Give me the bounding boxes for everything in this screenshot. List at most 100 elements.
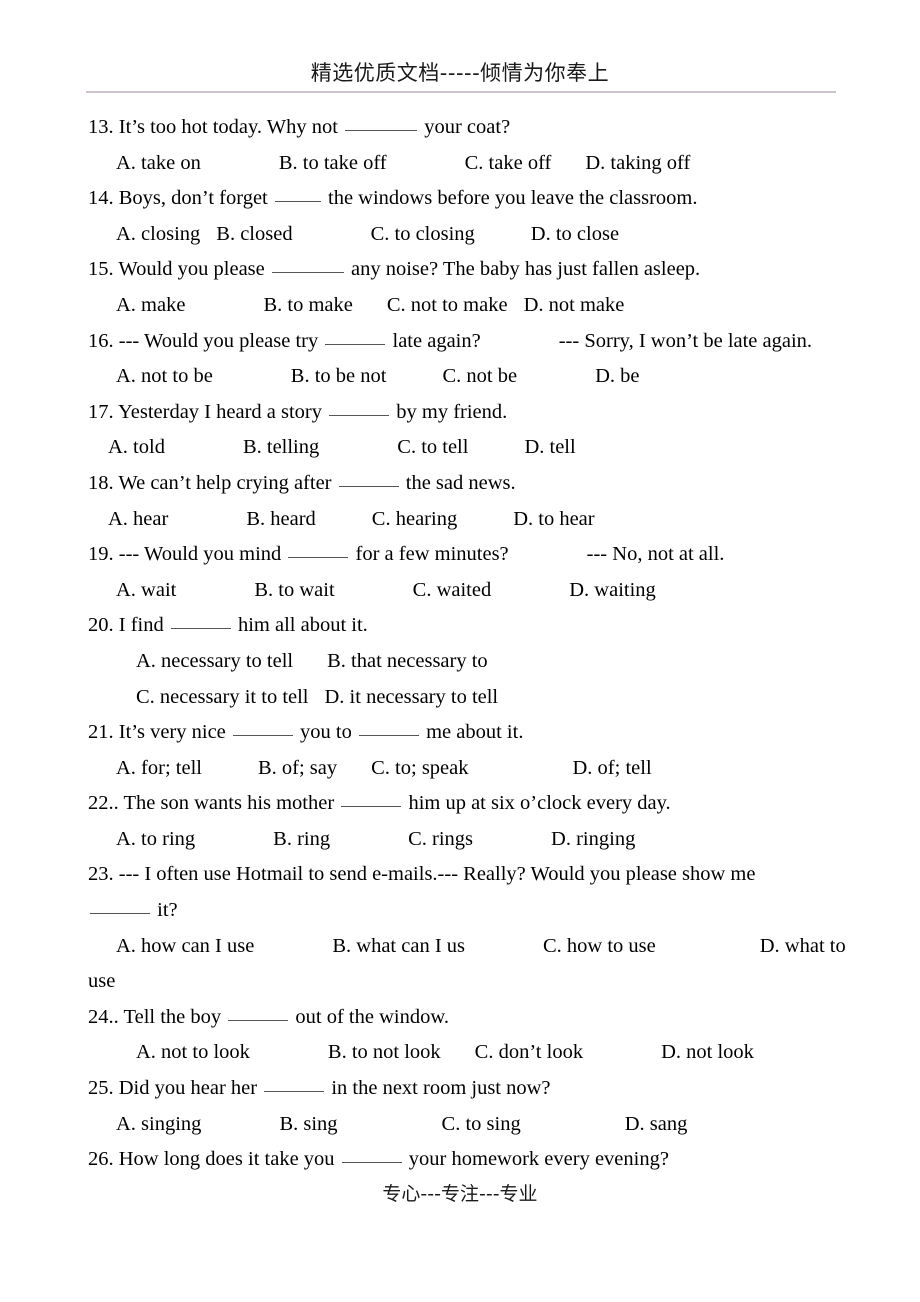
option-row: A. necessary to tell B. that necessary to: [0, 644, 920, 680]
question-number: 24..: [88, 1005, 119, 1028]
question-text-tail: out of the window.: [295, 1005, 449, 1028]
option-b: B. to not look: [327, 1041, 441, 1064]
question-stem: 26. How long does it take you your homew…: [0, 1142, 920, 1178]
option-c: C. to tell: [397, 436, 469, 459]
option-d: D. be: [595, 365, 640, 388]
question-text-tail: for a few minutes?: [355, 543, 509, 566]
option-a: A. for; tell: [116, 756, 202, 779]
question-text: How long does it take you: [118, 1148, 335, 1171]
option-b: B. to wait: [254, 578, 335, 601]
answer-blank: [345, 130, 418, 131]
option-b: B. what can I us: [332, 934, 465, 957]
answer-blank: [325, 343, 386, 345]
question-number: 16.: [88, 329, 114, 352]
option-c: C. waited: [412, 578, 492, 601]
question-text: We can’t help crying after: [118, 471, 332, 494]
answer-blank: [271, 272, 344, 274]
option-row: A. told B. telling C. to tell D. tell: [0, 430, 920, 466]
option-d: D. to close: [530, 222, 620, 245]
option-c: C. take off: [464, 151, 552, 174]
option-a: A. closing: [116, 222, 201, 245]
option-d-partial: D. what to: [759, 934, 846, 957]
option-row: A. not to be B. to be not C. not be D. be: [0, 359, 920, 395]
answer-blank: [228, 1019, 289, 1021]
question-stem: 18. We can’t help crying after the sad n…: [0, 466, 920, 502]
question-stem: 23. --- I often use Hotmail to send e-ma…: [0, 857, 920, 893]
option-c: C. hearing: [371, 507, 458, 530]
option-a: A. how can I use: [116, 934, 255, 957]
option-d: D. not make: [523, 293, 625, 316]
question-text: It’s too hot today. Why not: [118, 116, 338, 138]
question-number: 15.: [88, 258, 114, 281]
option-a: A. necessary to tell: [136, 649, 294, 672]
question-number: 22..: [88, 792, 119, 815]
question-stem: 16. --- Would you please try late again?…: [0, 324, 920, 360]
option-row: A. wait B. to wait C. waited D. waiting: [0, 573, 920, 609]
question-text: I find: [118, 614, 164, 637]
question-number: 13.: [88, 116, 114, 138]
question-text: --- Would you please try: [118, 329, 319, 352]
option-row: A. take on B. to take off C. take off D. ta…: [0, 146, 920, 182]
question-text-tail: your homework every evening?: [408, 1148, 669, 1171]
option-a: A. wait: [116, 578, 177, 601]
question-text: Tell the boy: [123, 1005, 222, 1028]
header-divider: [86, 91, 836, 95]
option-b: B. heard: [246, 507, 316, 530]
option-d: D. of; tell: [572, 756, 652, 779]
option-b: B. sing: [279, 1112, 338, 1135]
question-number: 26.: [88, 1148, 114, 1171]
option-d: D. ringing: [551, 827, 636, 850]
question-number: 20.: [88, 614, 114, 637]
question-text-tail: me about it.: [426, 721, 524, 744]
option-row: A. hear B. heard C. hearing D. to hear: [0, 502, 920, 538]
option-b: B. of; say: [257, 756, 338, 779]
option-b: B. closed: [216, 222, 293, 245]
question-number: 25.: [88, 1077, 114, 1100]
option-d: D. it necessary to tell: [324, 685, 499, 708]
question-text-tail: him all about it.: [237, 614, 368, 637]
question-text-tail: your coat?: [424, 116, 511, 138]
option-d: D. taking off: [585, 151, 691, 174]
answer-blank: [338, 485, 399, 487]
question-number: 23.: [88, 863, 114, 886]
question-reply: --- No, not at all.: [586, 543, 725, 566]
question-text: Boys, don’t forget: [118, 187, 268, 210]
option-row: A. singing B. sing C. to sing D. sang: [0, 1107, 920, 1143]
option-row: A. for; tell B. of; say C. to; speak D. of;…: [0, 751, 920, 787]
option-d: D. waiting: [569, 578, 656, 601]
option-b: B. ring: [273, 827, 331, 850]
option-row: A. not to look B. to not look C. don’t loo…: [0, 1035, 920, 1071]
question-stem: 25. Did you hear her in the next room ju…: [0, 1071, 920, 1107]
question-number: 14.: [88, 187, 114, 210]
answer-blank: [288, 557, 349, 559]
answer-blank: [90, 913, 150, 915]
answer-blank: [329, 414, 390, 416]
answer-blank: [232, 735, 293, 737]
option-c: C. to; speak: [371, 756, 469, 779]
answer-blank: [274, 201, 321, 203]
question-text-tail: it?: [157, 899, 178, 922]
option-c: C. not be: [442, 365, 518, 388]
option-a: A. not to be: [116, 365, 213, 388]
question-text-tail: in the next room just now?: [331, 1077, 551, 1100]
question-text-tail: late again?: [392, 329, 481, 352]
option-a: A. make: [116, 293, 186, 316]
option-row-continuation: use: [88, 970, 116, 993]
question-text-tail: him up at six o’clock every day.: [408, 792, 671, 815]
answer-blank: [170, 628, 231, 630]
option-row: A. to ring B. ring C. rings D. ringing: [0, 822, 920, 858]
option-c: C. don’t look: [474, 1041, 584, 1064]
question-stem: 24.. Tell the boy out of the window.: [0, 1000, 920, 1036]
question-stem: 15. Would you please any noise? The baby…: [0, 252, 920, 288]
question-stem: 17. Yesterday I heard a story by my frie…: [0, 395, 920, 431]
option-d: D. sang: [624, 1112, 688, 1135]
question-number: 21.: [88, 721, 114, 744]
option-row: C. necessary it to tell D. it necessary t…: [0, 680, 920, 716]
option-b: B. to make: [263, 293, 353, 316]
question-stem: 14. Boys, don’t forget the windows befor…: [0, 181, 920, 217]
page-header: 精选优质文档-----倾情为你奉上: [0, 0, 920, 93]
option-a: A. to ring: [116, 827, 196, 850]
option-c: C. not to make: [386, 293, 508, 316]
option-c: C. to sing: [441, 1112, 521, 1135]
question-number: 18.: [88, 471, 114, 494]
